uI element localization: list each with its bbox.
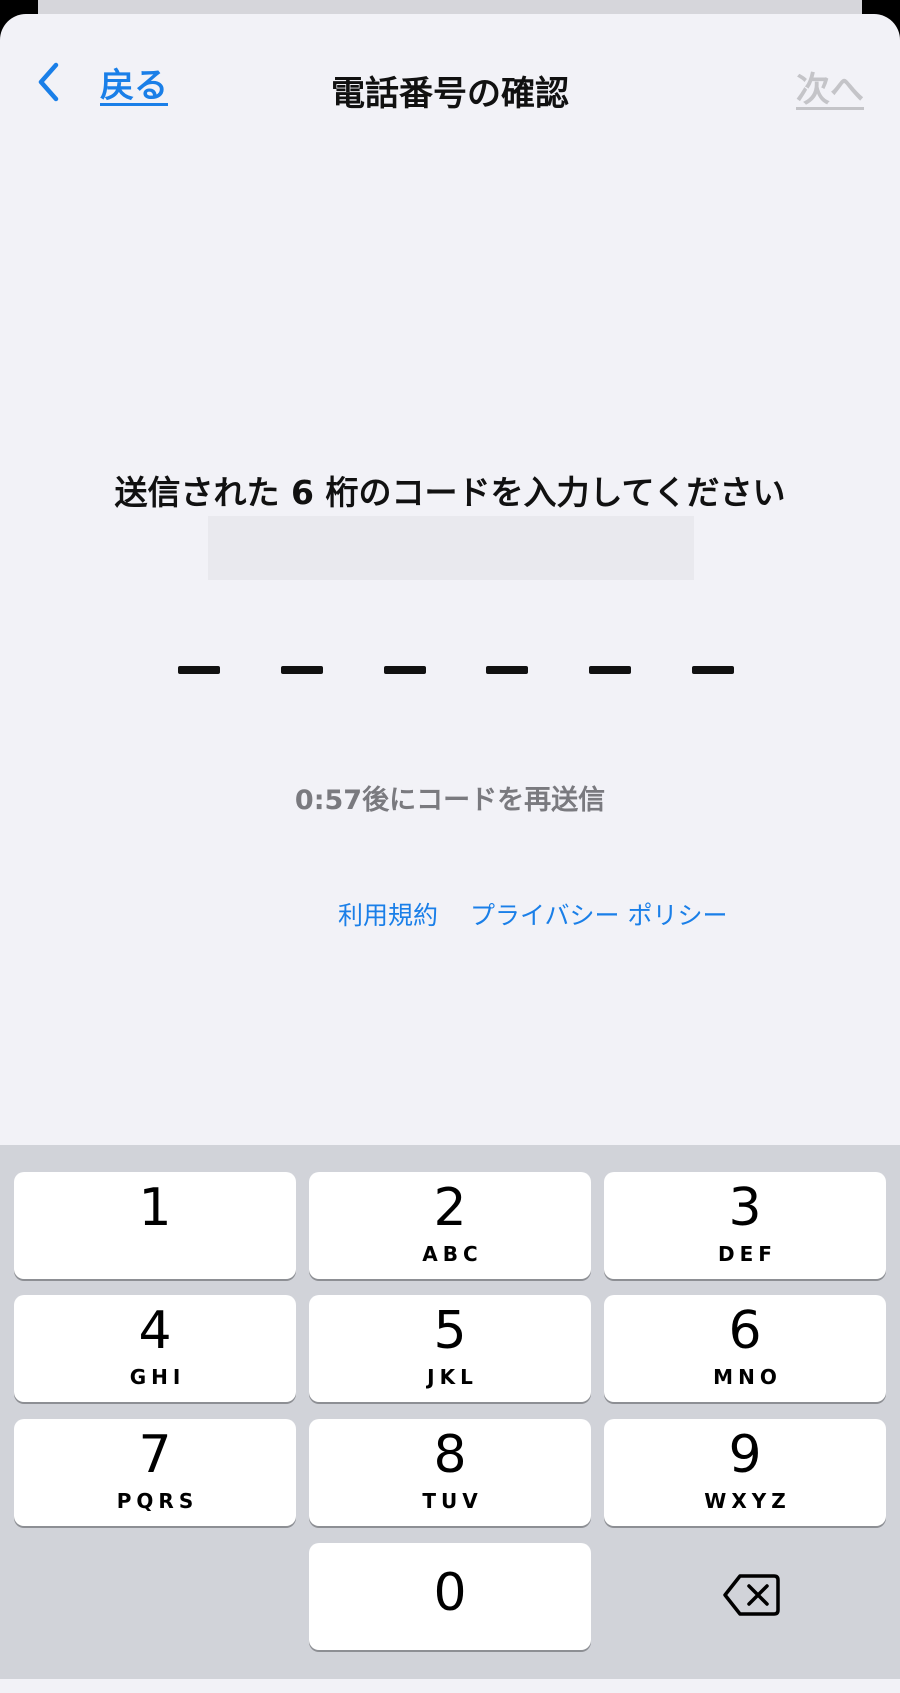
key-0[interactable]: 0 [309, 1543, 591, 1650]
page-title: 電話番号の確認 [331, 74, 569, 114]
code-digit-slot [486, 666, 529, 674]
navigation-bar: 戻る 電話番号の確認 次へ [0, 14, 900, 144]
key-digit: 0 [433, 1563, 467, 1623]
code-instruction: 送信された 6 桁のコードを入力してください [114, 473, 786, 512]
backspace-icon [723, 1574, 780, 1616]
next-button[interactable]: 次へ [796, 62, 864, 111]
code-input[interactable] [178, 666, 734, 678]
key-letters: GHI [129, 1365, 186, 1389]
key-letters: DEF [718, 1242, 777, 1266]
terms-link[interactable]: 利用規約 [338, 896, 438, 932]
delete-key[interactable] [722, 1570, 782, 1620]
phone-number-placeholder [208, 516, 694, 580]
key-digit: 8 [433, 1425, 467, 1485]
code-digit-slot [178, 666, 220, 674]
key-letters: MNO [713, 1365, 782, 1389]
key-digit: 5 [433, 1301, 467, 1361]
key-digit: 9 [728, 1425, 762, 1485]
resend-countdown: 0:57後にコードを再送信 [294, 785, 606, 816]
key-digit: 3 [728, 1178, 762, 1238]
key-9[interactable]: 9 WXYZ [604, 1419, 886, 1526]
key-7[interactable]: 7 PQRS [14, 1419, 296, 1526]
key-letters: ABC [422, 1242, 483, 1266]
key-letters: TUV [422, 1489, 483, 1513]
key-digit: 2 [433, 1178, 467, 1238]
code-digit-slot [280, 666, 323, 674]
key-4[interactable]: 4 GHI [14, 1295, 296, 1402]
key-2[interactable]: 2 ABC [309, 1172, 591, 1279]
key-5[interactable]: 5 JKL [309, 1295, 591, 1402]
key-digit: 7 [138, 1425, 172, 1485]
privacy-policy-link[interactable]: プライバシー ポリシー [470, 896, 727, 932]
code-digit-slot [691, 666, 734, 674]
legal-links: 利用規約 プライバシー ポリシー [338, 896, 727, 932]
key-digit: 1 [138, 1178, 172, 1238]
key-3[interactable]: 3 DEF [604, 1172, 886, 1279]
key-1[interactable]: 1 [14, 1172, 296, 1279]
key-6[interactable]: 6 MNO [604, 1295, 886, 1402]
code-digit-slot [589, 666, 632, 674]
key-letters: JKL [427, 1365, 478, 1389]
key-digit: 4 [138, 1301, 172, 1361]
key-letters: PQRS [116, 1489, 199, 1513]
key-8[interactable]: 8 TUV [309, 1419, 591, 1526]
key-digit: 6 [728, 1301, 762, 1361]
code-digit-slot [383, 666, 426, 674]
key-letters: WXYZ [704, 1489, 791, 1513]
